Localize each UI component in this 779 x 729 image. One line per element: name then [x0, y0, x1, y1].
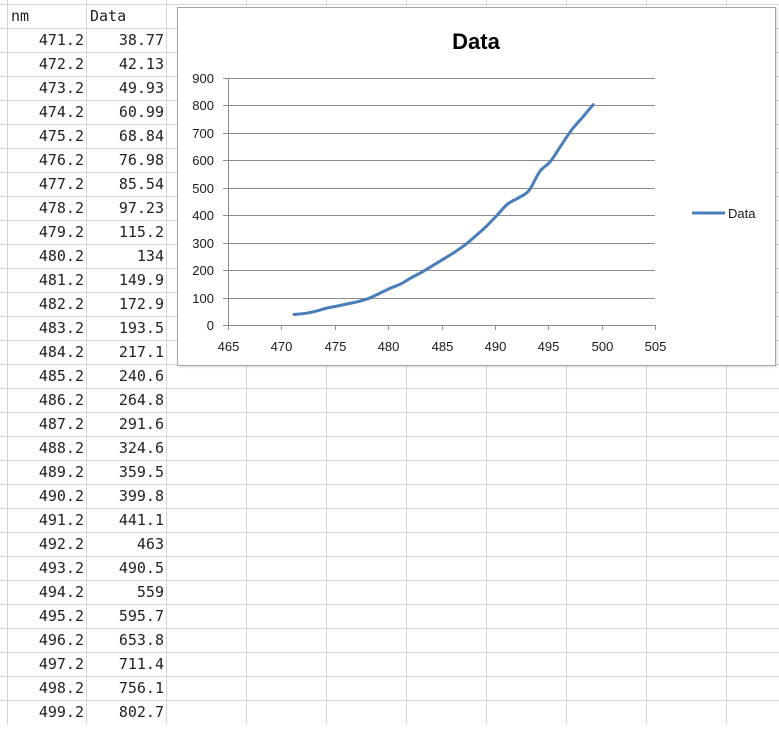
cell-data[interactable]: 42.13	[87, 52, 167, 76]
cell-data[interactable]: 264.8	[87, 388, 167, 412]
cell-nm[interactable]: 480.2	[8, 244, 87, 268]
x-tick-label: 490	[485, 339, 507, 354]
x-tick-label: 465	[218, 339, 240, 354]
y-tick-label: 300	[192, 236, 214, 251]
cell-nm[interactable]: 497.2	[8, 652, 87, 676]
cell-data[interactable]: 559	[87, 580, 167, 604]
chart-axes: 0 100 200 300 400 500 600 700 800 900 465 470 475 480…	[192, 71, 666, 354]
cell-data[interactable]: 711.4	[87, 652, 167, 676]
cell-nm[interactable]: 481.2	[8, 268, 87, 292]
y-tick-label: 900	[192, 71, 214, 86]
cell-nm[interactable]: 471.2	[8, 28, 87, 52]
cell-nm[interactable]: 472.2	[8, 52, 87, 76]
cell-data[interactable]: 756.1	[87, 676, 167, 700]
cell-data[interactable]: 115.2	[87, 220, 167, 244]
cell-data[interactable]: 399.8	[87, 484, 167, 508]
cell-data[interactable]: 193.5	[87, 316, 167, 340]
cell-data[interactable]: 49.93	[87, 76, 167, 100]
header-cell-data[interactable]: Data	[87, 4, 166, 28]
cell-data[interactable]: 68.84	[87, 124, 167, 148]
cell-nm[interactable]: 482.2	[8, 292, 87, 316]
cell-nm[interactable]: 492.2	[8, 532, 87, 556]
cell-nm[interactable]: 484.2	[8, 340, 87, 364]
cell-nm[interactable]: 483.2	[8, 316, 87, 340]
cell-data[interactable]: 359.5	[87, 460, 167, 484]
y-tick-label: 100	[192, 291, 214, 306]
cell-nm[interactable]: 476.2	[8, 148, 87, 172]
cell-nm[interactable]: 487.2	[8, 412, 87, 436]
y-tick-label: 400	[192, 208, 214, 223]
chart-series	[294, 105, 593, 315]
x-tick-label: 500	[592, 339, 614, 354]
cell-nm[interactable]: 488.2	[8, 436, 87, 460]
chart-canvas: Data 0 100 200 300 400 500 600 700 800 900 465 470 4…	[178, 8, 775, 365]
cell-data[interactable]: 463	[87, 532, 167, 556]
chart[interactable]: Data 0 100 200 300 400 500 600 700 800 900 465 470 4…	[177, 7, 776, 366]
cell-data[interactable]: 76.98	[87, 148, 167, 172]
cell-data[interactable]: 441.1	[87, 508, 167, 532]
cell-data[interactable]: 149.9	[87, 268, 167, 292]
cell-nm[interactable]: 491.2	[8, 508, 87, 532]
chart-legend[interactable]: Data	[692, 206, 756, 221]
x-tick-label: 470	[271, 339, 293, 354]
x-tick-label: 480	[378, 339, 400, 354]
cell-data[interactable]: 38.77	[87, 28, 167, 52]
x-tick-label: 505	[645, 339, 667, 354]
x-tick-label: 475	[325, 339, 347, 354]
x-tick-label: 485	[432, 339, 454, 354]
cell-data[interactable]: 134	[87, 244, 167, 268]
cell-data[interactable]: 172.9	[87, 292, 167, 316]
cell-nm[interactable]: 493.2	[8, 556, 87, 580]
cell-nm[interactable]: 489.2	[8, 460, 87, 484]
cell-data[interactable]: 97.23	[87, 196, 167, 220]
cell-nm[interactable]: 485.2	[8, 364, 87, 388]
y-tick-label: 700	[192, 126, 214, 141]
cell-nm[interactable]: 496.2	[8, 628, 87, 652]
cell-nm[interactable]: 479.2	[8, 220, 87, 244]
chart-gridlines	[228, 79, 655, 299]
cell-data[interactable]: 324.6	[87, 436, 167, 460]
cell-nm[interactable]: 499.2	[8, 700, 87, 724]
chart-title: Data	[452, 29, 500, 54]
cell-data[interactable]: 653.8	[87, 628, 167, 652]
cell-data[interactable]: 85.54	[87, 172, 167, 196]
cell-data[interactable]: 240.6	[87, 364, 167, 388]
y-tick-label: 200	[192, 263, 214, 278]
cell-nm[interactable]: 477.2	[8, 172, 87, 196]
series-line-0[interactable]	[294, 105, 593, 315]
x-tick-label: 495	[538, 339, 560, 354]
y-tick-label: 600	[192, 153, 214, 168]
cell-nm[interactable]: 474.2	[8, 100, 87, 124]
cell-data[interactable]: 291.6	[87, 412, 167, 436]
cell-nm[interactable]: 475.2	[8, 124, 87, 148]
cell-data[interactable]: 595.7	[87, 604, 167, 628]
cell-nm[interactable]: 495.2	[8, 604, 87, 628]
header-cell-nm[interactable]: nm	[8, 4, 87, 28]
cell-nm[interactable]: 490.2	[8, 484, 87, 508]
legend-label: Data	[728, 206, 756, 221]
cell-data[interactable]: 60.99	[87, 100, 167, 124]
cell-data[interactable]: 490.5	[87, 556, 167, 580]
cell-nm[interactable]: 494.2	[8, 580, 87, 604]
cell-nm[interactable]: 478.2	[8, 196, 87, 220]
cell-nm[interactable]: 473.2	[8, 76, 87, 100]
y-tick-label: 800	[192, 98, 214, 113]
y-tick-label: 500	[192, 181, 214, 196]
cell-nm[interactable]: 486.2	[8, 388, 87, 412]
cell-data[interactable]: 217.1	[87, 340, 167, 364]
cell-data[interactable]: 802.7	[87, 700, 167, 724]
y-tick-label: 0	[207, 318, 214, 333]
cell-nm[interactable]: 498.2	[8, 676, 87, 700]
